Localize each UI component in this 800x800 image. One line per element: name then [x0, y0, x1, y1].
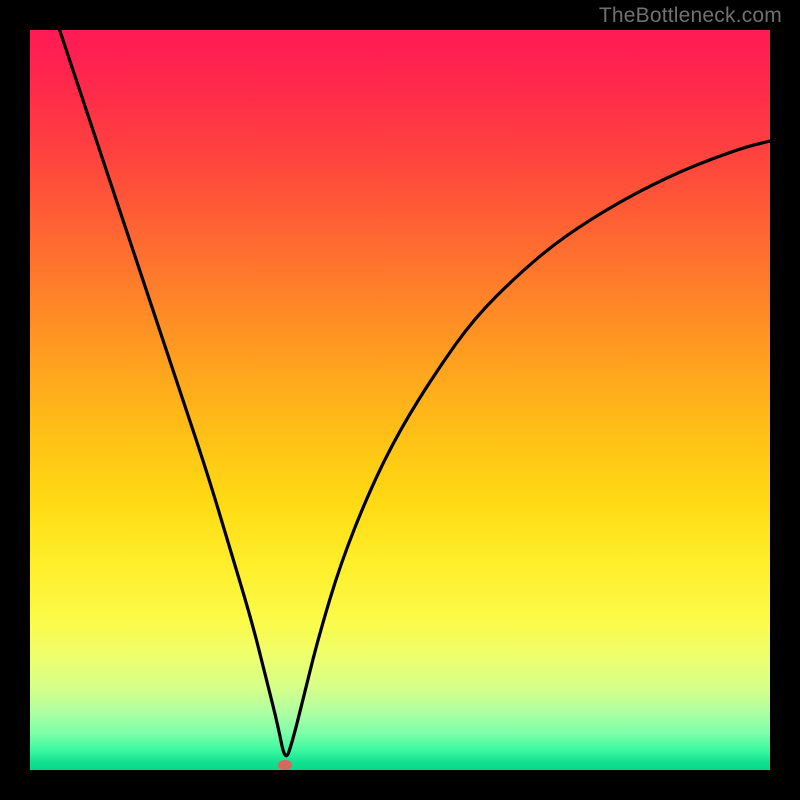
plot-area [30, 30, 770, 770]
watermark-text: TheBottleneck.com [599, 4, 782, 28]
bottleneck-curve [30, 30, 770, 770]
minimum-marker-icon [278, 760, 292, 770]
chart-frame: TheBottleneck.com [0, 0, 800, 800]
